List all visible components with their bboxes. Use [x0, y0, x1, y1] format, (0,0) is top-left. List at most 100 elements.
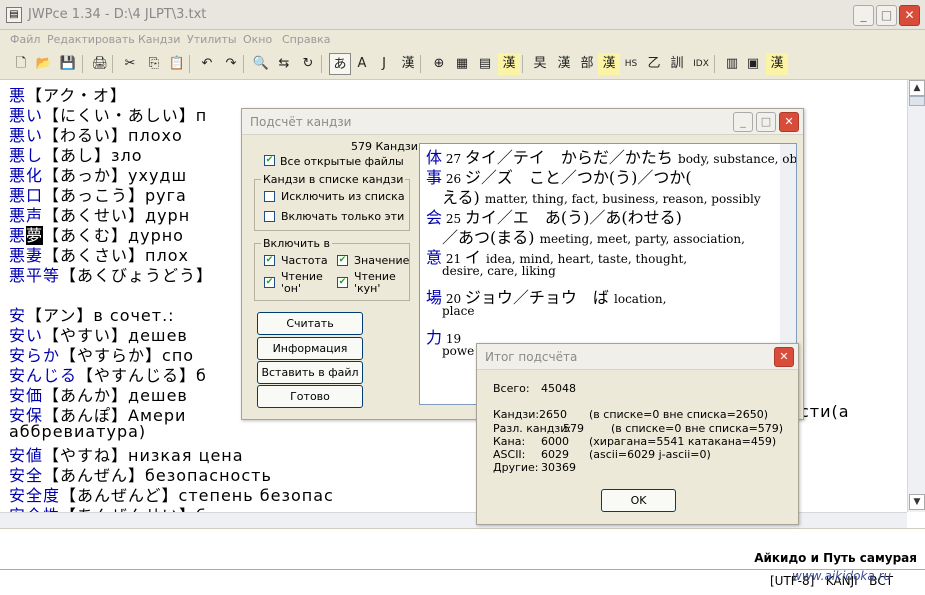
- search-next-icon[interactable]: ↻: [297, 53, 319, 75]
- ascii-value: 6029: [541, 448, 569, 461]
- kanji-mode-icon[interactable]: 漢: [397, 53, 419, 75]
- entry-text: 【あくびょうどう】: [60, 266, 214, 285]
- dictionary-icon[interactable]: ▤: [474, 53, 496, 75]
- distinct-kanji-label: Разл. кандзи:: [493, 422, 572, 435]
- replace-icon[interactable]: ⇆: [273, 53, 295, 75]
- toolbar-separator: [522, 55, 523, 73]
- kanji-char: 会: [426, 208, 443, 227]
- frequency-checkbox[interactable]: ✔: [264, 255, 275, 266]
- new-file-icon[interactable]: 🗋: [10, 53, 32, 75]
- undo-icon[interactable]: ↶: [196, 53, 218, 75]
- toolbar-separator: [243, 55, 244, 73]
- ascii-label: ASCII:: [493, 448, 526, 461]
- app-icon[interactable]: ▤: [6, 7, 22, 23]
- kanji-char: 事: [426, 168, 443, 187]
- close-button[interactable]: ✕: [899, 5, 920, 26]
- menu-help[interactable]: Справка: [282, 33, 330, 46]
- window-title: JWPce 1.34 - D:\4 JLPT\3.txt: [28, 7, 207, 22]
- menu-edit[interactable]: Редактировать: [47, 33, 135, 46]
- kanji-meaning: desire, care, liking: [442, 264, 556, 278]
- stroke-icon[interactable]: 乙: [643, 53, 665, 75]
- count-button[interactable]: Считать: [257, 312, 363, 335]
- toolbar-separator: [420, 55, 421, 73]
- info-button[interactable]: Информация: [257, 337, 363, 360]
- kanji-list-group: Кандзи в списке кандзи Исключить из спис…: [254, 173, 410, 231]
- kanji-char: 意: [426, 248, 443, 267]
- color-kanji-icon[interactable]: 漢: [766, 53, 788, 75]
- dialog-minimize-button[interactable]: _: [733, 112, 753, 132]
- insert-into-file-button[interactable]: Вставить в файл: [257, 361, 363, 384]
- print-icon[interactable]: 🖨: [89, 53, 111, 75]
- kanji-meaning-cont: place: [442, 304, 475, 318]
- toolbar-separator: [714, 55, 715, 73]
- dialog-maximize-button[interactable]: □: [756, 112, 776, 132]
- save-icon[interactable]: 💾: [57, 53, 79, 75]
- info-icon[interactable]: ▥: [721, 53, 743, 75]
- editor-line: 悪平等【あくびょうどう】: [9, 262, 213, 286]
- exclude-list-checkbox[interactable]: [264, 191, 275, 202]
- hs-icon[interactable]: HS: [620, 53, 642, 75]
- count-dialog-title: Подсчёт кандзи: [250, 115, 352, 129]
- vertical-scrollbar[interactable]: ▲ ▼: [907, 80, 925, 512]
- minimize-button[interactable]: _: [853, 5, 874, 26]
- redo-icon[interactable]: ↷: [220, 53, 242, 75]
- menu-file[interactable]: Файл: [10, 33, 40, 46]
- meaning-checkbox[interactable]: ✔: [337, 255, 348, 266]
- status-divider: [0, 569, 925, 570]
- paste-icon[interactable]: 📋: [166, 53, 188, 75]
- toolbar: 🗋 📂 💾 🖨 ✂ ⎘ 📋 ↶ ↷ 🔍 ⇆ ↻ あ A J 漢 ⊕ ▦ ▤ 漢旲漢部漢 HS 乙訓 IDX ▥ ▣ 漢: [0, 50, 925, 80]
- ok-button[interactable]: OK: [601, 489, 676, 512]
- all-open-files-checkbox[interactable]: ✔: [264, 155, 275, 166]
- cut-icon[interactable]: ✂: [119, 53, 141, 75]
- distinct-kanji-value: 579: [563, 422, 584, 435]
- props-icon[interactable]: ▣: [742, 53, 764, 75]
- total-label: Всего:: [493, 382, 530, 395]
- include-group: Включить в ✔ Частота ✔ Значение ✔ Чтение…: [254, 237, 410, 301]
- title-bar: ▤ JWPce 1.34 - D:\4 JLPT\3.txt _ □ ✕: [0, 0, 925, 30]
- hiragana-mode-icon[interactable]: あ: [329, 53, 351, 75]
- kanji-bushu-icon[interactable]: 部: [576, 53, 598, 75]
- on-reading-checkbox[interactable]: ✔: [264, 277, 275, 288]
- kanji-note: (в списке=0 вне списка=2650): [589, 408, 769, 421]
- other-value: 30369: [541, 461, 576, 474]
- kanji-highlight-icon[interactable]: 漢: [598, 53, 620, 75]
- reading-icon[interactable]: 訓: [666, 53, 688, 75]
- open-folder-icon[interactable]: 📂: [33, 53, 55, 75]
- status-area: Айкидо и Путь самурая [UTF-8] KANJI ВСТ …: [0, 528, 925, 595]
- toolbar-separator: [82, 55, 83, 73]
- exclude-list-label: Исключить из списка: [281, 190, 405, 203]
- kanji-meaning: powe: [442, 344, 475, 358]
- radical-icon[interactable]: 旲: [529, 53, 551, 75]
- done-button[interactable]: Готово: [257, 385, 363, 408]
- ascii-mode-icon[interactable]: A: [351, 53, 373, 75]
- dialog-close-button[interactable]: ✕: [779, 112, 799, 132]
- scroll-up-icon[interactable]: ▲: [909, 80, 925, 96]
- count-dialog-titlebar: Подсчёт кандзи _ □ ✕: [242, 109, 803, 135]
- menu-kanji[interactable]: Кандзи: [138, 33, 180, 46]
- maximize-button[interactable]: □: [876, 5, 897, 26]
- frequency-label: Частота: [281, 254, 328, 267]
- entry-text: аббревиатура): [9, 422, 147, 441]
- menu-utilities[interactable]: Утилиты: [187, 33, 237, 46]
- on-reading-label: Чтение 'он': [281, 270, 323, 295]
- toolbar-separator: [189, 55, 190, 73]
- only-these-checkbox[interactable]: [264, 211, 275, 222]
- kanji-meaning: place: [442, 304, 475, 318]
- scroll-down-icon[interactable]: ▼: [909, 494, 925, 510]
- grid-icon[interactable]: ▦: [451, 53, 473, 75]
- index-icon[interactable]: IDX: [690, 53, 712, 75]
- kanji-lookup-icon[interactable]: 漢: [498, 53, 520, 75]
- kanji-hl-icon[interactable]: 漢: [553, 53, 575, 75]
- scroll-thumb[interactable]: [909, 96, 925, 106]
- summary-close-button[interactable]: ✕: [774, 347, 794, 367]
- jis-mode-icon[interactable]: J: [373, 53, 395, 75]
- search-icon[interactable]: 🔍: [250, 53, 272, 75]
- kanji-char: 力: [426, 328, 443, 347]
- menu-window[interactable]: Окно: [243, 33, 272, 46]
- only-these-label: Включать только эти: [281, 210, 405, 223]
- lookup-icon[interactable]: ⊕: [428, 53, 450, 75]
- kun-reading-checkbox[interactable]: ✔: [337, 277, 348, 288]
- copy-icon[interactable]: ⎘: [143, 53, 165, 75]
- kanji-meaning: body, substance, object, reality, counte…: [678, 152, 797, 166]
- kanji-value: 2650: [539, 408, 567, 421]
